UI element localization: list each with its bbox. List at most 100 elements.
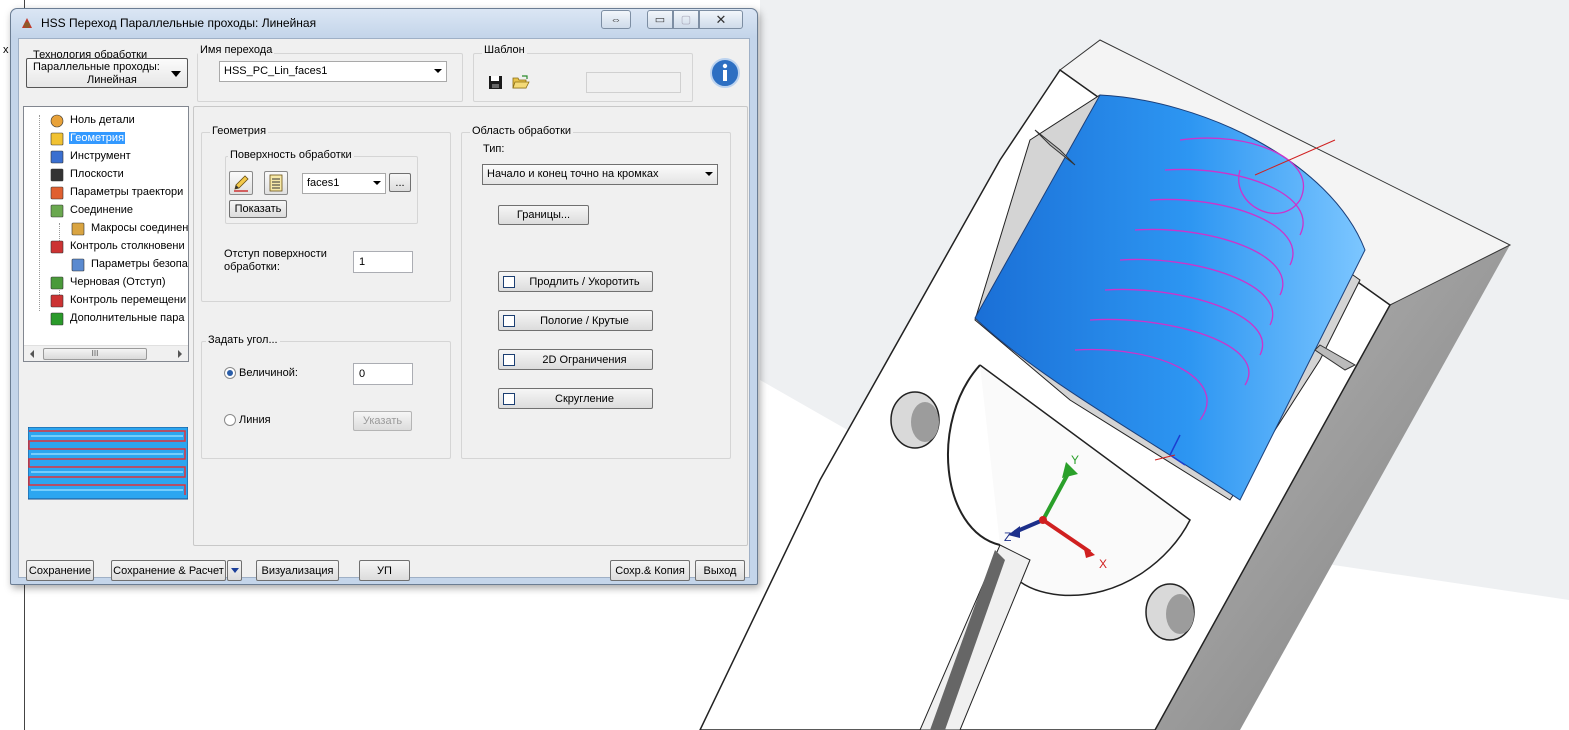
offset-input[interactable]: 1	[353, 251, 413, 273]
info-icon[interactable]	[709, 57, 741, 89]
tree-item-label: Инструмент	[70, 150, 131, 162]
strategy-preview-image	[28, 427, 188, 500]
resize-button[interactable]: ⇔	[601, 10, 631, 29]
area-option-button[interactable]: Пологие / Крутые	[498, 310, 653, 331]
safety-params-icon	[71, 258, 85, 272]
tree-item-label: Дополнительные пара	[70, 312, 185, 324]
checkbox[interactable]	[503, 315, 515, 327]
scroll-right-arrow-icon[interactable]	[178, 350, 182, 358]
area-option-label: Скругление	[555, 393, 614, 405]
area-group-label: Область обработки	[470, 125, 574, 137]
nc-button[interactable]: УП	[359, 560, 410, 581]
by-value-radio[interactable]	[224, 367, 236, 379]
edit-surface-button[interactable]	[229, 171, 253, 195]
part-origin-icon	[50, 114, 64, 128]
tool-icon	[50, 150, 64, 164]
area-option-button[interactable]: 2D Ограничения	[498, 349, 653, 370]
pick-button[interactable]: Указать	[353, 411, 412, 431]
window-title: HSS Переход Параллельные проходы: Линейн…	[41, 16, 317, 30]
exit-button[interactable]: Выход	[695, 560, 745, 581]
operation-dialog: HSS Переход Параллельные проходы: Линейн…	[10, 8, 758, 585]
tree-item-label: Плоскости	[70, 168, 124, 180]
parameters-tree[interactable]: Ноль детали Геометрия Инструмент Плоскости П…	[23, 106, 189, 362]
chevron-down-icon	[171, 71, 181, 77]
angle-group-label: Задать угол...	[206, 334, 280, 346]
save-calc-button[interactable]: Сохранение & Расчет	[111, 560, 226, 581]
pencil-icon	[234, 175, 249, 192]
template-field[interactable]	[586, 72, 681, 93]
surface-value: faces1	[307, 177, 340, 189]
toolpath-params-icon	[50, 186, 64, 200]
area-type-label: Тип:	[483, 143, 505, 155]
surface-list-button[interactable]	[264, 171, 288, 195]
maximize-button[interactable]: ▢	[673, 10, 699, 29]
tree-item-label: Соединение	[70, 204, 134, 216]
tree-item-label: Геометрия	[69, 132, 126, 144]
roughing-icon	[50, 276, 64, 290]
angle-input[interactable]: 0	[353, 363, 413, 385]
collision-control-icon	[50, 240, 64, 254]
surface-combo[interactable]: faces1	[302, 173, 386, 194]
area-option-label: Продлить / Укоротить	[529, 276, 640, 288]
show-button[interactable]: Показать	[229, 200, 287, 218]
area-option-button[interactable]: Скругление	[498, 388, 653, 409]
operation-name-value: HSS_PC_Lin_faces1	[224, 65, 328, 77]
dialog-client-area: Технология обработки Параллельные проход…	[18, 38, 750, 581]
save-calc-dropdown-button[interactable]	[227, 560, 242, 581]
chevron-down-icon	[230, 568, 239, 573]
edge-x-label: x	[3, 44, 9, 56]
by-line-label: Линия	[239, 414, 271, 426]
surface-browse-button[interactable]: ...	[389, 173, 411, 192]
tree-item-label: Параметры траектори	[70, 186, 184, 198]
area-option-label: 2D Ограничения	[542, 354, 627, 366]
tree-item-label: Черновая (Отступ)	[70, 276, 166, 288]
checkbox[interactable]	[503, 393, 515, 405]
geometry-icon	[50, 132, 64, 146]
axis-x-label: X	[1099, 557, 1107, 571]
area-option-label: Пологие / Крутые	[540, 315, 629, 327]
area-type-combo[interactable]: Начало и конец точно на кромках	[482, 164, 718, 185]
links-icon	[50, 204, 64, 218]
tree-item-label: Ноль детали	[70, 114, 135, 126]
list-icon	[269, 174, 283, 192]
angle-group: Задать угол...	[201, 334, 451, 459]
save-button[interactable]: Сохранение	[26, 560, 94, 581]
bounds-button[interactable]: Границы...	[498, 205, 589, 225]
move-control-icon	[50, 294, 64, 308]
additional-params-icon	[50, 312, 64, 326]
checkbox[interactable]	[503, 276, 515, 288]
tree-horizontal-scrollbar[interactable]: III	[24, 345, 188, 361]
save-copy-button[interactable]: Сохр.& Копия	[610, 560, 690, 581]
planes-icon	[50, 168, 64, 182]
technology-value-line2: Линейная	[87, 74, 137, 86]
minimize-button[interactable]: ▭	[647, 10, 673, 29]
operation-name-combo[interactable]: HSS_PC_Lin_faces1	[219, 61, 447, 82]
tree-item-label: Контроль столкновени	[70, 240, 185, 252]
visualize-button[interactable]: Визуализация	[256, 560, 339, 581]
surface-group-label: Поверхность обработки	[228, 149, 354, 161]
offset-label-1: Отступ поверхности	[224, 248, 327, 260]
link-macros-icon	[71, 222, 85, 236]
checkbox[interactable]	[503, 354, 515, 366]
floppy-disk-icon[interactable]	[488, 75, 503, 90]
scroll-left-arrow-icon[interactable]	[30, 350, 34, 358]
operation-name-label: Имя перехода	[198, 44, 275, 56]
by-line-radio[interactable]	[224, 414, 236, 426]
tree-item-label: Макросы соединен	[91, 222, 189, 234]
open-folder-icon[interactable]	[512, 74, 530, 90]
template-label: Шаблон	[482, 44, 527, 56]
area-type-value: Начало и конец точно на кромках	[487, 168, 659, 180]
tree-item-label: Параметры безопа	[91, 258, 188, 270]
close-button[interactable]: ✕	[699, 10, 743, 29]
chevron-down-icon	[705, 172, 713, 176]
by-value-label: Величиной:	[239, 367, 298, 379]
title-bar[interactable]: HSS Переход Параллельные проходы: Линейн…	[11, 9, 757, 37]
area-option-button[interactable]: Продлить / Укоротить	[498, 271, 653, 292]
chevron-down-icon	[373, 181, 381, 185]
offset-label-2: обработки:	[224, 261, 280, 273]
technology-value-line1: Параллельные проходы:	[33, 61, 160, 73]
scroll-thumb[interactable]: III	[43, 348, 147, 360]
geometry-group-label: Геометрия	[210, 125, 269, 137]
technology-select[interactable]: Параллельные проходы: Линейная	[26, 58, 188, 88]
axis-z-label: Z	[1004, 530, 1011, 544]
